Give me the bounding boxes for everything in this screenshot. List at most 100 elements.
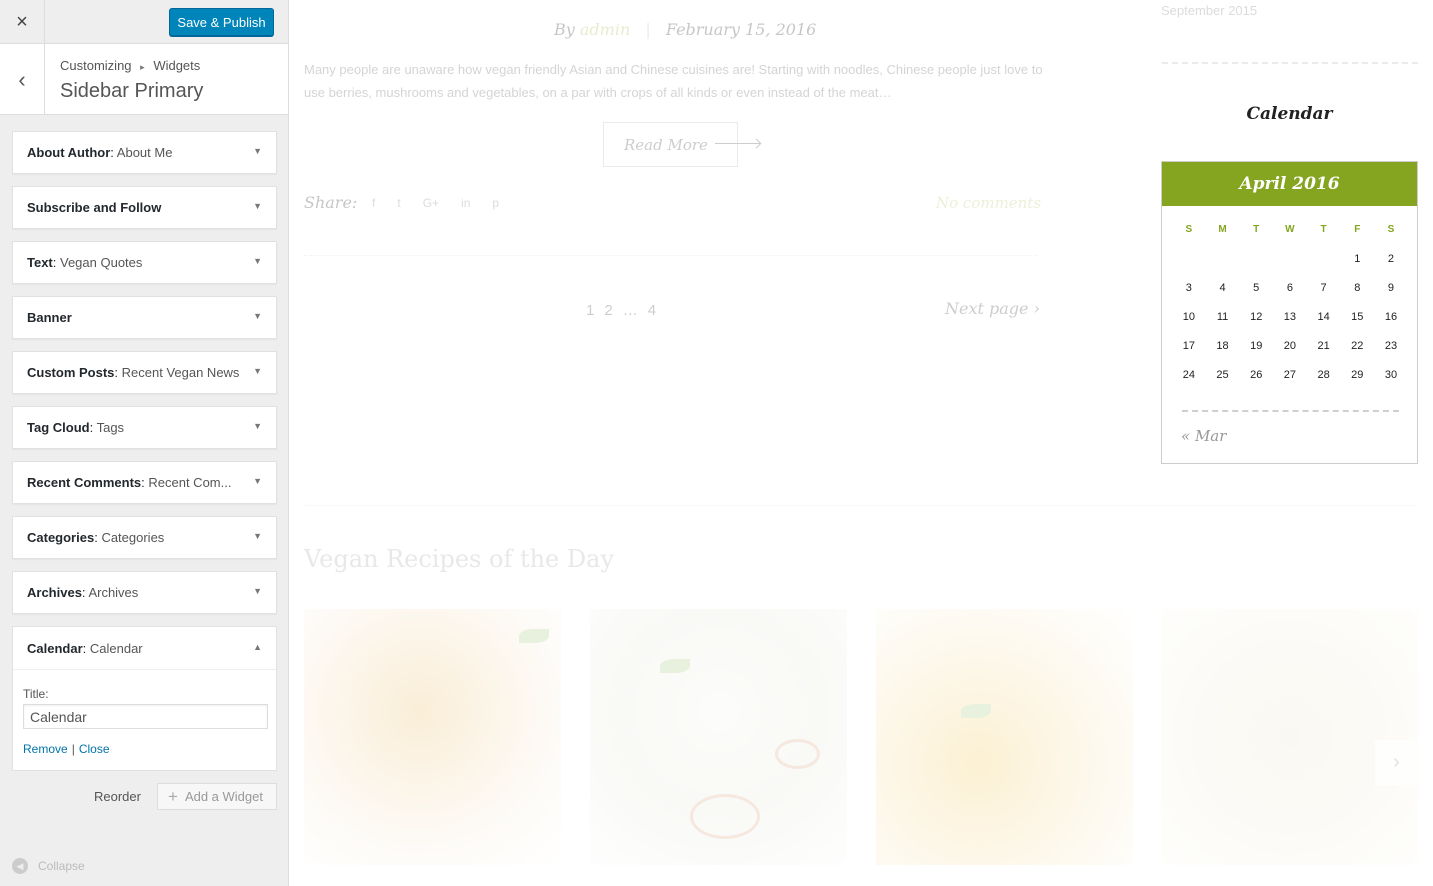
- expand-arrow-icon[interactable]: ▼: [253, 256, 262, 266]
- widget-type: Archives: [27, 585, 82, 600]
- widget-name: Recent Com...: [148, 475, 232, 490]
- divider: [1162, 62, 1418, 64]
- recipe-image[interactable]: [876, 609, 1133, 865]
- collapse-arrow-icon[interactable]: ▲: [253, 642, 262, 652]
- save-publish-button[interactable]: Save & Publish: [169, 8, 274, 36]
- linkedin-icon[interactable]: in: [461, 196, 470, 210]
- post-byline: By admin | February 15, 2016: [554, 20, 816, 39]
- calendar-widget-title: Calendar: [1246, 104, 1333, 124]
- widget-subscribe-follow[interactable]: Subscribe and Follow ▼: [12, 186, 277, 229]
- breadcrumb-root: Customizing: [60, 58, 132, 73]
- widget-name: Recent Vegan News: [121, 365, 240, 380]
- page-link-4[interactable]: 4: [648, 302, 656, 319]
- widget-title: Subscribe and Follow: [27, 200, 161, 215]
- widget-type: Tag Cloud: [27, 420, 90, 435]
- widget-archives[interactable]: Archives: Archives ▼: [12, 571, 277, 614]
- widget-title: Text: Vegan Quotes: [27, 255, 143, 270]
- calendar-day: 5: [1253, 282, 1260, 294]
- calendar-day: 7: [1320, 282, 1327, 294]
- pinterest-icon[interactable]: p: [492, 196, 499, 210]
- calendar-widget: April 2016 S M T W T F S 1 2 3 4 5 6 7 8 9 10 11 12 13 14 15 1…: [1161, 161, 1418, 464]
- weekday-label: T: [1253, 224, 1260, 235]
- widget-type: Custom Posts: [27, 365, 115, 380]
- weekday-label: M: [1218, 224, 1227, 235]
- recipe-image[interactable]: [304, 609, 561, 865]
- divider: [304, 505, 1418, 506]
- archive-link[interactable]: September 2015: [1161, 3, 1257, 18]
- byline-divider: |: [645, 20, 651, 39]
- widget-title: Recent Comments: Recent Com...: [27, 475, 232, 490]
- remove-link[interactable]: Remove: [23, 742, 68, 756]
- page-link-1[interactable]: 1: [586, 302, 594, 319]
- widget-name: Vegan Quotes: [60, 255, 143, 270]
- widget-calendar-header[interactable]: Calendar: Calendar ▲: [13, 627, 276, 670]
- calendar-week: 12: [1172, 253, 1408, 282]
- widget-name: Tags: [96, 420, 125, 435]
- widget-banner[interactable]: Banner ▼: [12, 296, 277, 339]
- widget-categories[interactable]: Categories: Categories ▼: [12, 516, 277, 559]
- twitter-icon[interactable]: t: [397, 196, 400, 210]
- next-page-link[interactable]: Next page ›: [945, 299, 1040, 318]
- close-icon[interactable]: ×: [0, 0, 45, 44]
- widget-calendar-expanded: Calendar: Calendar ▲ Title: Remove| Close: [12, 626, 277, 771]
- widget-text[interactable]: Text: Vegan Quotes ▼: [12, 241, 277, 284]
- widget-type: Text: [27, 255, 53, 270]
- widget-recent-comments[interactable]: Recent Comments: Recent Com... ▼: [12, 461, 277, 504]
- google-plus-icon[interactable]: G+: [423, 196, 439, 210]
- calendar-day: 24: [1182, 369, 1195, 381]
- read-more-button[interactable]: Read More: [603, 122, 738, 167]
- calendar-day: 1: [1354, 253, 1361, 265]
- expand-arrow-icon[interactable]: ▼: [253, 476, 262, 486]
- expand-arrow-icon[interactable]: ▼: [253, 421, 262, 431]
- widget-name: Calendar: [89, 641, 143, 656]
- breadcrumb: Customizing ▸ Widgets: [60, 58, 200, 73]
- calendar-weekdays: SMTWTFS: [1172, 224, 1408, 253]
- expand-arrow-icon[interactable]: ▼: [253, 531, 262, 541]
- expand-arrow-icon[interactable]: ▼: [253, 201, 262, 211]
- post-author-link[interactable]: admin: [580, 20, 630, 39]
- calendar-week: 10 11 12 13 14 15 16: [1172, 311, 1408, 340]
- calendar-day: 30: [1384, 369, 1398, 381]
- recipe-image[interactable]: [1161, 609, 1418, 865]
- action-separator: |: [71, 742, 75, 756]
- widget-type: Categories: [27, 530, 95, 545]
- back-icon[interactable]: ‹: [0, 44, 45, 115]
- page-link-2[interactable]: 2: [604, 302, 612, 319]
- close-link[interactable]: Close: [79, 742, 110, 756]
- title-field-label: Title:: [23, 687, 49, 701]
- reorder-button[interactable]: Reorder: [94, 789, 141, 804]
- widget-custom-posts[interactable]: Custom Posts: Recent Vegan News ▼: [12, 351, 277, 394]
- expand-arrow-icon[interactable]: ▼: [253, 146, 262, 156]
- widget-tag-cloud[interactable]: Tag Cloud: Tags ▼: [12, 406, 277, 449]
- breadcrumb-separator-icon: ▸: [140, 62, 145, 72]
- customizer-header: × Save & Publish: [0, 0, 288, 44]
- comments-link[interactable]: No comments: [936, 194, 1041, 212]
- collapse-button[interactable]: ◀ Collapse: [12, 858, 85, 874]
- section-title: Sidebar Primary: [60, 80, 204, 102]
- widget-name: About Me: [116, 145, 173, 160]
- calendar-prev-link[interactable]: « Mar: [1181, 427, 1226, 445]
- widget-title: Banner: [27, 310, 72, 325]
- add-widget-button[interactable]: + Add a Widget: [157, 783, 277, 810]
- expand-arrow-icon[interactable]: ▼: [253, 366, 262, 376]
- widget-actions: Remove | Close: [23, 742, 110, 756]
- carousel-next-icon[interactable]: ›: [1375, 740, 1418, 785]
- facebook-icon[interactable]: f: [372, 196, 375, 210]
- calendar-day: 21: [1317, 340, 1330, 352]
- weekday-label: S: [1387, 224, 1395, 235]
- calendar-day: [1307, 253, 1341, 282]
- expand-arrow-icon[interactable]: ▼: [253, 311, 262, 321]
- expand-arrow-icon[interactable]: ▼: [253, 586, 262, 596]
- weekday-label: W: [1285, 224, 1295, 235]
- calendar-day: 11: [1216, 311, 1229, 323]
- widget-title: Categories: Categories: [27, 530, 165, 545]
- arrow-right-icon: [715, 143, 760, 144]
- widget-title: Tag Cloud: Tags: [27, 420, 125, 435]
- section-header: ‹ Customizing ▸ Widgets Sidebar Primary: [0, 44, 288, 115]
- recipe-image[interactable]: [590, 609, 847, 865]
- widget-about-author[interactable]: About Author: About Me ▼: [12, 131, 277, 174]
- calendar-day: 28: [1317, 369, 1330, 381]
- title-field[interactable]: [23, 704, 268, 729]
- calendar-month: April 2016: [1162, 162, 1417, 206]
- calendar-day: 19: [1250, 340, 1263, 352]
